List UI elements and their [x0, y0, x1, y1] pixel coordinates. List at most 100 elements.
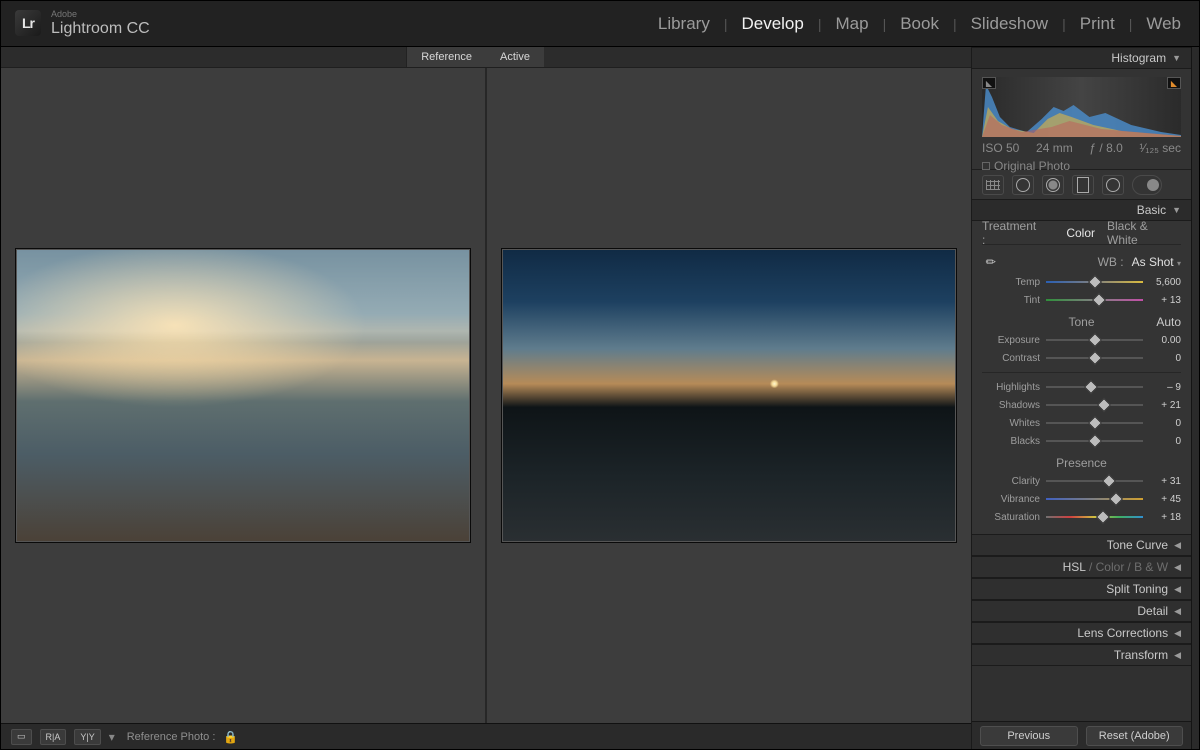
view-single[interactable]: ▭	[11, 729, 32, 745]
module-develop[interactable]: Develop	[737, 12, 807, 36]
hsl-color-label: Color	[1096, 560, 1125, 574]
panel-header-hsl[interactable]: HSL / Color / B & W ◀	[972, 556, 1191, 578]
active-photo[interactable]	[501, 248, 957, 543]
slider-track-tint[interactable]	[1046, 295, 1143, 305]
reset-button[interactable]: Reset (Adobe)	[1086, 726, 1184, 746]
highlight-clip-indicator[interactable]: ◣	[1167, 77, 1181, 89]
slider-track-highlights[interactable]	[1046, 382, 1143, 392]
presence-header: Presence	[1056, 456, 1107, 470]
panel-header-tonecurve[interactable]: Tone Curve◀	[972, 534, 1191, 556]
slider-value-vibrance[interactable]: + 45	[1149, 494, 1181, 505]
slider-tint: Tint + 13	[982, 291, 1181, 309]
slider-label-clarity: Clarity	[982, 476, 1040, 487]
wb-dropdown[interactable]: As Shot ▾	[1132, 255, 1181, 269]
slider-thumb-highlights[interactable]	[1084, 380, 1098, 394]
slider-thumb-whites[interactable]	[1087, 416, 1101, 430]
slider-track-temp[interactable]	[1046, 277, 1143, 287]
slider-thumb-contrast[interactable]	[1087, 351, 1101, 365]
brush-toggle[interactable]	[1132, 175, 1162, 195]
brand-product: Lightroom CC	[51, 20, 150, 38]
module-library[interactable]: Library	[654, 12, 714, 36]
slider-track-blacks[interactable]	[1046, 436, 1143, 446]
treatment-color[interactable]: Color	[1066, 226, 1095, 240]
module-print[interactable]: Print	[1076, 12, 1119, 36]
module-map[interactable]: Map	[831, 12, 872, 36]
slider-blacks: Blacks 0	[982, 432, 1181, 450]
slider-value-whites[interactable]: 0	[1149, 418, 1181, 429]
original-photo-checkbox[interactable]	[982, 162, 990, 170]
slider-saturation: Saturation+ 18	[982, 508, 1181, 526]
redeye-tool[interactable]	[1042, 175, 1064, 195]
local-tool-strip	[972, 169, 1191, 199]
slider-value-blacks[interactable]: 0	[1149, 436, 1181, 447]
triangle-down-icon: ▼	[1172, 53, 1181, 63]
histogram-graph[interactable]	[982, 77, 1181, 137]
slider-thumb-temp[interactable]	[1087, 275, 1101, 289]
separator: |	[724, 16, 728, 32]
slider-track-saturation[interactable]	[1046, 512, 1143, 522]
slider-exposure: Exposure 0.00	[982, 331, 1181, 349]
eyedropper-icon[interactable]: ✎	[978, 249, 1003, 274]
panel-scrollbar[interactable]	[1191, 47, 1199, 749]
slider-value-exposure[interactable]: 0.00	[1149, 335, 1181, 346]
tab-active[interactable]: Active	[486, 47, 544, 67]
spot-tool[interactable]	[1012, 175, 1034, 195]
treatment-bw[interactable]: Black & White	[1107, 219, 1181, 247]
slider-track-contrast[interactable]	[1046, 353, 1143, 363]
auto-tone-button[interactable]: Auto	[1156, 315, 1181, 329]
meta-aperture: ƒ / 8.0	[1089, 141, 1122, 155]
module-book[interactable]: Book	[896, 12, 943, 36]
previous-button[interactable]: Previous	[980, 726, 1078, 746]
slider-thumb-vibrance[interactable]	[1109, 492, 1123, 506]
triangle-left-icon: ◀	[1174, 584, 1181, 595]
slider-value-shadows[interactable]: + 21	[1149, 400, 1181, 411]
slider-track-exposure[interactable]	[1046, 335, 1143, 345]
slider-value-saturation[interactable]: + 18	[1149, 512, 1181, 523]
lock-icon[interactable]: 🔒	[223, 730, 238, 744]
slider-thumb-tint[interactable]	[1092, 293, 1106, 307]
slider-track-shadows[interactable]	[1046, 400, 1143, 410]
chevron-down-icon[interactable]: ▾	[109, 730, 115, 744]
splittoning-title: Split Toning	[1106, 582, 1168, 596]
slider-track-whites[interactable]	[1046, 418, 1143, 428]
slider-label-exposure: Exposure	[982, 335, 1040, 346]
slider-value-contrast[interactable]: 0	[1149, 353, 1181, 364]
reference-photo[interactable]	[15, 248, 471, 543]
graduated-filter-tool[interactable]	[1072, 175, 1094, 195]
reference-photo-label: Reference Photo :	[127, 731, 216, 743]
slider-value-clarity[interactable]: + 31	[1149, 476, 1181, 487]
slider-label-blacks: Blacks	[982, 436, 1040, 447]
crop-tool[interactable]	[982, 175, 1004, 195]
tab-reference[interactable]: Reference	[406, 47, 486, 67]
slider-value-highlights[interactable]: – 9	[1149, 382, 1181, 393]
panel-header-splittoning[interactable]: Split Toning ◀	[972, 578, 1191, 600]
panel-header-detail[interactable]: Detail◀	[972, 600, 1191, 622]
slider-track-clarity[interactable]	[1046, 476, 1143, 486]
histogram-panel: ◣ ◣ ISO 50 24 mm ƒ / 8.0 ¹⁄₁₂₅ sec	[972, 69, 1191, 169]
compare-canvas	[1, 67, 971, 723]
slider-label-tint: Tint	[982, 295, 1040, 306]
triangle-down-icon: ▼	[1172, 205, 1181, 215]
slider-thumb-exposure[interactable]	[1087, 333, 1101, 347]
slider-track-vibrance[interactable]	[1046, 494, 1143, 504]
panel-header-histogram[interactable]: Histogram ▼	[972, 47, 1191, 69]
slider-vibrance: Vibrance+ 45	[982, 490, 1181, 508]
slider-value-tint[interactable]: + 13	[1149, 295, 1181, 306]
radial-filter-tool[interactable]	[1102, 175, 1124, 195]
histogram-title: Histogram	[1111, 51, 1166, 65]
slider-value-temp[interactable]: 5,600	[1149, 277, 1181, 288]
hsl-bw-label: B & W	[1134, 560, 1168, 574]
view-ref-active[interactable]: R|A	[40, 729, 67, 745]
shadow-clip-indicator[interactable]: ◣	[982, 77, 996, 89]
module-web[interactable]: Web	[1142, 12, 1185, 36]
app-logo: Lr	[15, 10, 41, 36]
slider-thumb-blacks[interactable]	[1087, 434, 1101, 448]
view-before-after[interactable]: Y|Y	[74, 729, 100, 745]
slider-label-shadows: Shadows	[982, 400, 1040, 411]
slider-thumb-clarity[interactable]	[1102, 474, 1116, 488]
slider-thumb-saturation[interactable]	[1096, 510, 1110, 524]
module-slideshow[interactable]: Slideshow	[967, 12, 1053, 36]
panel-header-transform[interactable]: Transform◀	[972, 644, 1191, 666]
panel-header-lenscorrections[interactable]: Lens Corrections◀	[972, 622, 1191, 644]
slider-thumb-shadows[interactable]	[1097, 398, 1111, 412]
